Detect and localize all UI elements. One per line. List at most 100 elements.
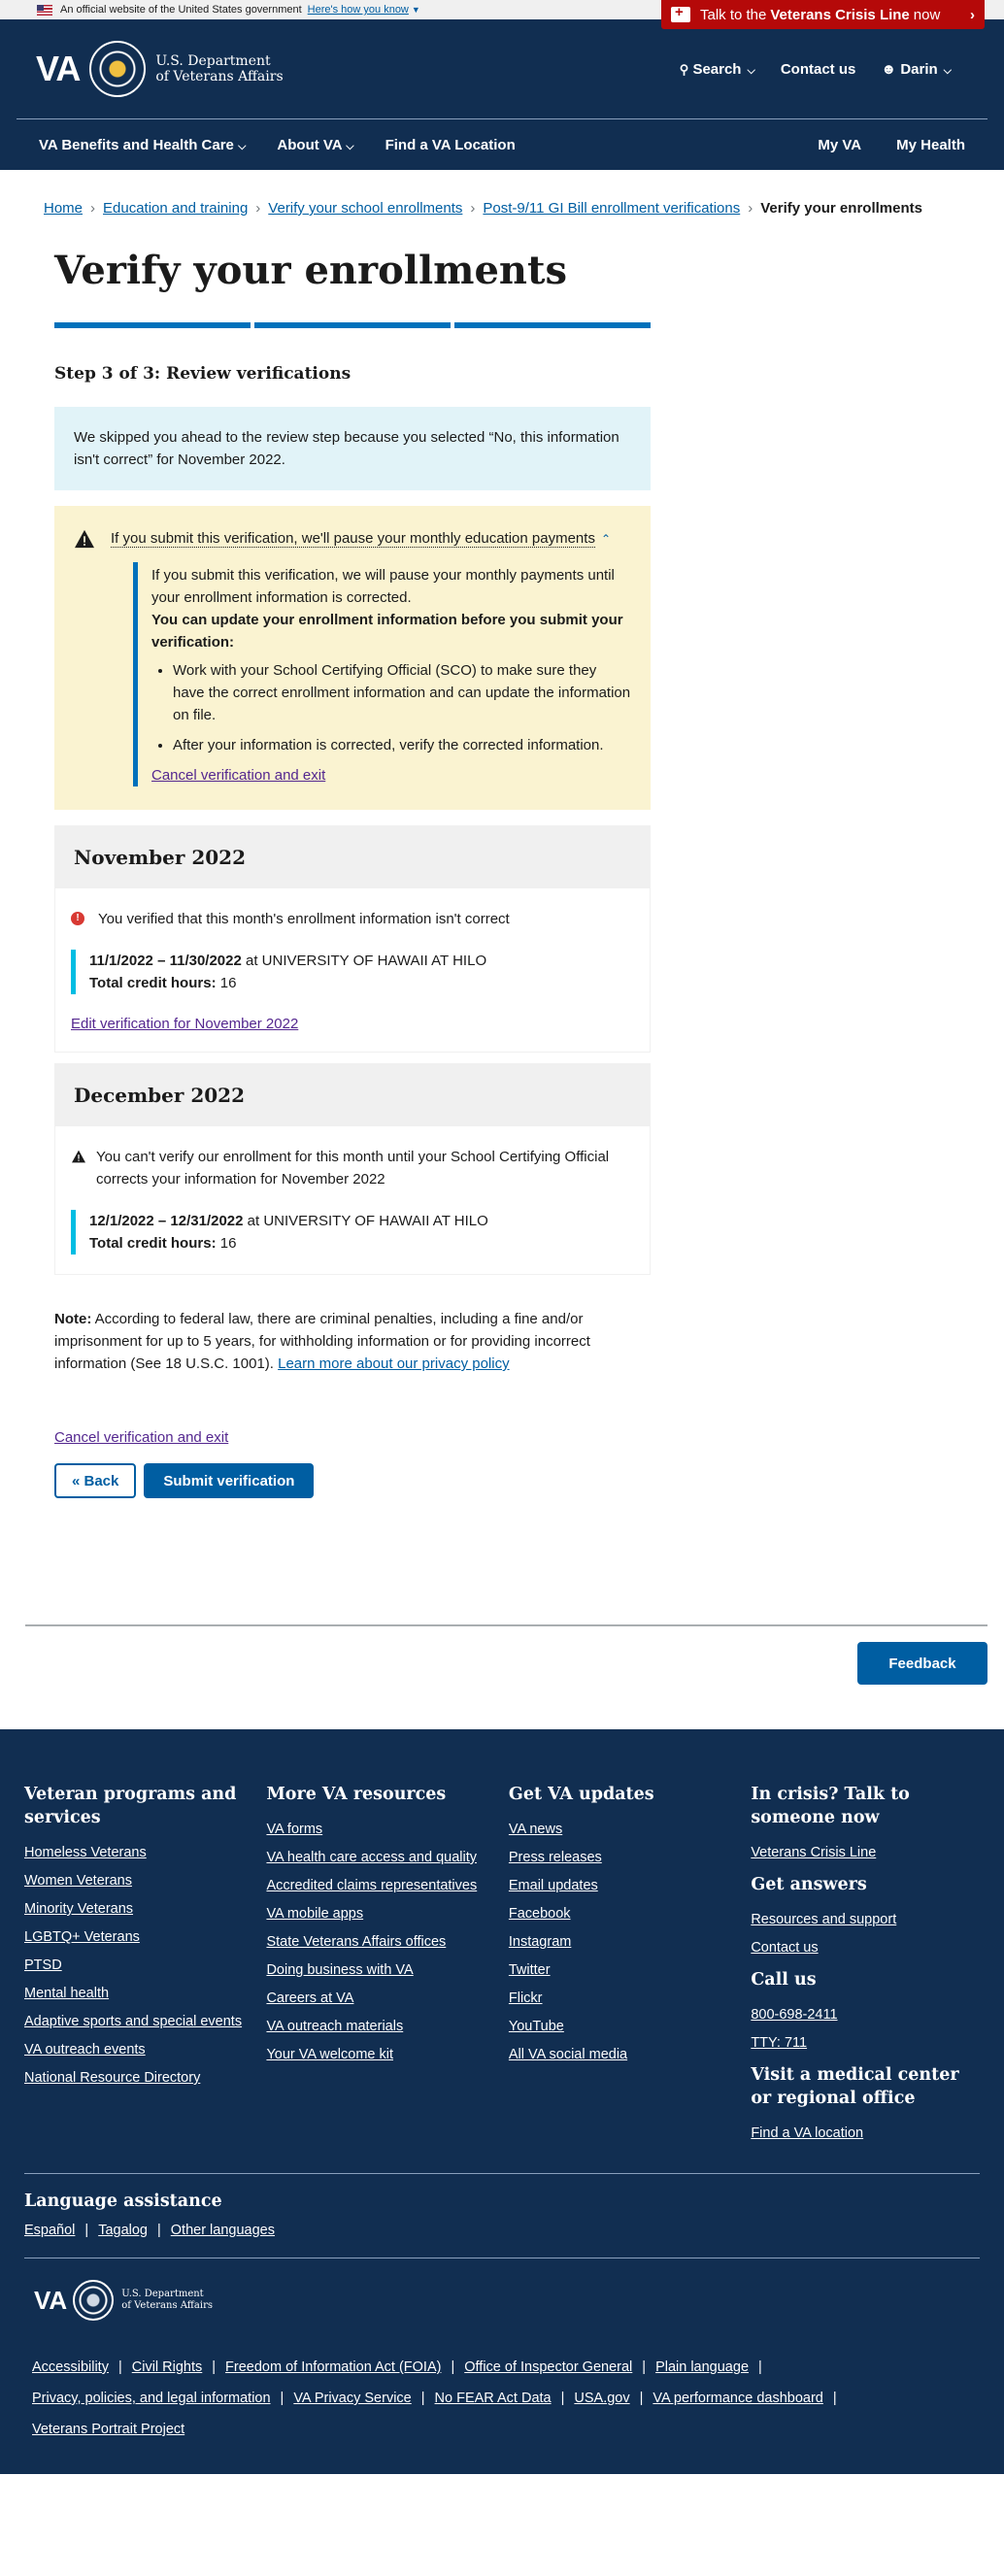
footer-logo[interactable]: VA U.S. Department of Veterans Affairs — [34, 2280, 980, 2321]
search-label: Search — [692, 60, 742, 78]
nav-my-va[interactable]: My VA — [818, 137, 861, 153]
footer-link[interactable]: Twitter — [509, 1962, 751, 1978]
chevron-right-icon: › — [970, 6, 975, 23]
footer-bottom-link[interactable]: Privacy, policies, and legal information — [32, 2383, 271, 2414]
footer-link[interactable]: National Resource Directory — [24, 2070, 266, 2086]
footer-bottom-link[interactable]: Accessibility — [32, 2352, 109, 2383]
footer-link[interactable]: PTSD — [24, 1957, 266, 1973]
footer-link[interactable]: State Veterans Affairs offices — [266, 1934, 508, 1950]
footer-link[interactable]: Women Veterans — [24, 1873, 266, 1889]
footer-link[interactable]: Veterans Crisis Line — [751, 1845, 980, 1860]
footer-bottom-link[interactable]: Veterans Portrait Project — [32, 2414, 184, 2445]
breadcrumb-home[interactable]: Home — [44, 200, 83, 217]
warning-paragraph: If you submit this verification, we will… — [151, 567, 615, 606]
submit-verification-button[interactable]: Submit verification — [144, 1463, 315, 1498]
breadcrumb-current: Verify your enrollments — [760, 200, 922, 217]
footer-link[interactable]: Email updates — [509, 1878, 751, 1893]
warning-content: If you submit this verification, we will… — [133, 562, 631, 786]
footer-link[interactable]: LGBTQ+ Veterans — [24, 1929, 266, 1945]
nav-find-location[interactable]: Find a VA Location — [385, 137, 516, 153]
warning-toggle[interactable]: If you submit this verification, we'll p… — [111, 530, 595, 548]
header-top: VA U.S. Department of Veterans Affairs ⚲… — [17, 19, 987, 119]
footer-link[interactable]: Contact us — [751, 1940, 980, 1956]
back-button[interactable]: « Back — [54, 1463, 137, 1498]
footer-link[interactable]: VA outreach materials — [266, 2019, 508, 2034]
footer-link[interactable]: All VA social media — [509, 2047, 751, 2062]
footer-link[interactable]: Your VA welcome kit — [266, 2047, 508, 2062]
divider — [25, 1624, 987, 1626]
nav-benefits[interactable]: VA Benefits and Health Care ⌵ — [39, 137, 246, 153]
footer-link[interactable]: Flickr — [509, 1991, 751, 2006]
search-button[interactable]: ⚲ Search ⌵ — [680, 61, 755, 78]
warning-icon — [72, 1150, 85, 1163]
crisis-line-button[interactable]: Talk to the Veterans Crisis Line now › — [661, 0, 985, 29]
heres-how-you-know-link[interactable]: Here's how you know — [308, 4, 409, 16]
footer-link[interactable]: VA news — [509, 1822, 751, 1837]
footer-link[interactable]: VA forms — [266, 1822, 508, 1837]
separator: | — [156, 2223, 161, 2238]
progress-bar — [54, 322, 651, 328]
footer-tty-link[interactable]: TTY: 711 — [751, 2035, 980, 2051]
footer-link[interactable]: VA health care access and quality — [266, 1850, 508, 1865]
nav-my-health[interactable]: My Health — [896, 137, 965, 153]
language-link[interactable]: Español — [24, 2223, 75, 2238]
breadcrumb-education[interactable]: Education and training — [103, 200, 248, 217]
privacy-policy-link[interactable]: Learn more about our privacy policy — [278, 1355, 509, 1372]
list-item: After your information is corrected, ver… — [173, 734, 631, 756]
footer-col-updates: Get VA updates VA news Press releases Em… — [509, 1783, 751, 2154]
chevron-down-icon: ⌵ — [238, 140, 247, 152]
footer-bottom-link[interactable]: USA.gov — [574, 2383, 629, 2414]
footer-bottom-link[interactable]: Office of Inspector General — [464, 2352, 632, 2383]
crisis-line-label: Veterans Crisis Line — [770, 6, 910, 23]
warning-cancel-link[interactable]: Cancel verification and exit — [151, 767, 325, 784]
separator: | — [642, 2359, 647, 2375]
footer-link[interactable]: Doing business with VA — [266, 1962, 508, 1978]
language-link[interactable]: Tagalog — [98, 2223, 148, 2238]
footer-bottom-link[interactable]: Plain language — [655, 2352, 749, 2383]
note-label: Note: — [54, 1311, 92, 1327]
progress-segment — [454, 322, 651, 328]
footer-link[interactable]: Resources and support — [751, 1912, 980, 1927]
footer-bottom-link[interactable]: Freedom of Information Act (FOIA) — [225, 2352, 441, 2383]
credits-label: Total credit hours: — [89, 975, 217, 991]
breadcrumb-post911[interactable]: Post-9/11 GI Bill enrollment verificatio… — [483, 200, 740, 217]
footer-bottom-link[interactable]: Civil Rights — [132, 2352, 203, 2383]
footer-link[interactable]: Careers at VA — [266, 1991, 508, 2006]
footer-link[interactable]: Press releases — [509, 1850, 751, 1865]
edit-verification-link[interactable]: Edit verification for November 2022 — [71, 1016, 298, 1032]
contact-us-link[interactable]: Contact us — [781, 61, 856, 78]
language-link[interactable]: Other languages — [171, 2223, 275, 2238]
footer-link[interactable]: Homeless Veterans — [24, 1845, 266, 1860]
footer-link[interactable]: VA outreach events — [24, 2042, 266, 2057]
footer-link[interactable]: YouTube — [509, 2019, 751, 2034]
separator: | — [758, 2359, 762, 2375]
credits-label: Total credit hours: — [89, 1235, 217, 1252]
nav-about[interactable]: About VA ⌵ — [277, 137, 353, 153]
progress-segment — [54, 322, 251, 328]
footer-link[interactable]: Accredited claims representatives — [266, 1878, 508, 1893]
footer-link[interactable]: Facebook — [509, 1906, 751, 1922]
cancel-verification-link[interactable]: Cancel verification and exit — [54, 1429, 651, 1446]
footer-link[interactable]: Find a VA location — [751, 2125, 980, 2141]
footer-heading: Veteran programs and services — [24, 1785, 237, 1827]
footer-link[interactable]: Mental health — [24, 1986, 266, 2001]
feedback-button[interactable]: Feedback — [857, 1642, 987, 1685]
va-logo: VA — [34, 2285, 68, 2315]
separator: | — [280, 2391, 284, 2406]
footer-link[interactable]: VA mobile apps — [266, 1906, 508, 1922]
footer-link[interactable]: Minority Veterans — [24, 1901, 266, 1917]
footer-col-programs: Veteran programs and services Homeless V… — [24, 1783, 266, 2154]
footer-bottom-link[interactable]: No FEAR Act Data — [435, 2383, 552, 2414]
breadcrumb-verify-enrollments[interactable]: Verify your school enrollments — [268, 200, 462, 217]
month-title: November 2022 — [55, 826, 650, 888]
user-menu-button[interactable]: ☻ Darin ⌵ — [881, 61, 952, 78]
footer-link[interactable]: Adaptive sports and special events — [24, 2014, 266, 2029]
va-logo[interactable]: VA — [36, 49, 81, 89]
footer-link[interactable]: Instagram — [509, 1934, 751, 1950]
footer-bottom-link[interactable]: VA Privacy Service — [293, 2383, 411, 2414]
footer-bottom-link[interactable]: VA performance dashboard — [653, 2383, 822, 2414]
footer-heading: Call us — [751, 1970, 817, 1990]
footer-phone-link[interactable]: 800-698-2411 — [751, 2007, 980, 2023]
user-name: Darin — [900, 60, 938, 78]
separator: | — [639, 2391, 644, 2406]
